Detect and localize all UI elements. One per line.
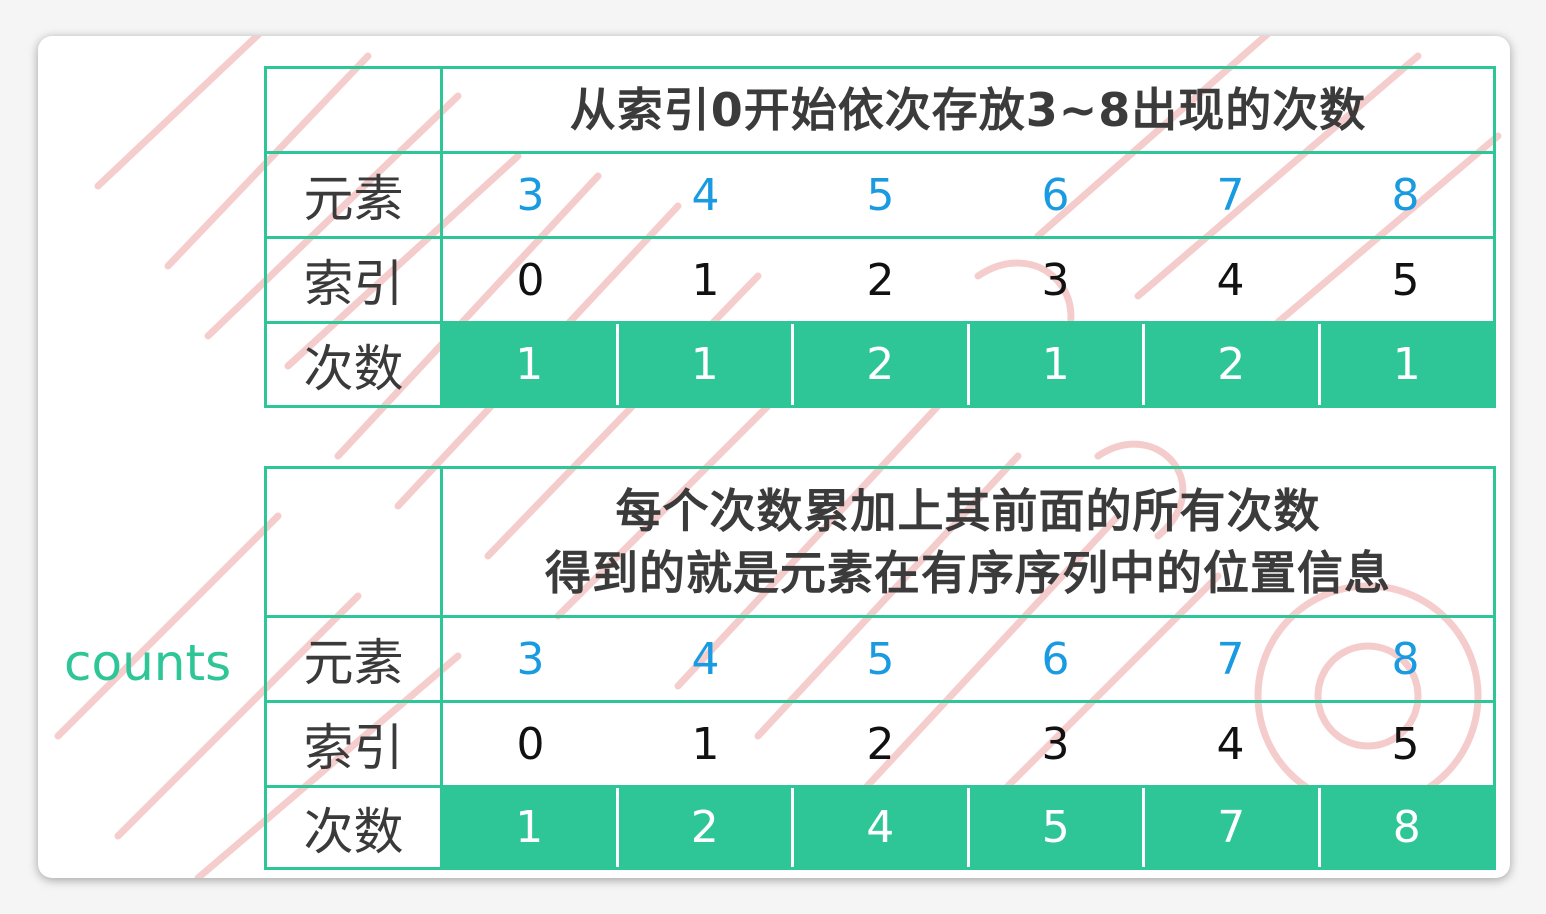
count-cell: 1	[515, 339, 544, 390]
cumulative-count-row: 1 2 4 5 7 8	[443, 788, 1493, 867]
title-line: 得到的就是元素在有序序列中的位置信息	[545, 546, 1391, 600]
index-cell: 3	[1041, 718, 1070, 770]
count-cell: 2	[1142, 324, 1318, 405]
count-cell: 1	[615, 324, 792, 405]
title-line: 每个次数累加上其前面的所有次数	[615, 484, 1321, 538]
table-title: 每个次数累加上其前面的所有次数 得到的就是元素在有序序列中的位置信息	[443, 469, 1493, 615]
count-cell: 7	[1142, 788, 1318, 867]
index-cell: 2	[866, 718, 895, 770]
count-cell: 8	[1317, 788, 1494, 867]
element-cell: 3	[516, 169, 545, 221]
index-cell: 5	[1391, 718, 1420, 770]
row-label-count: 次数	[303, 339, 404, 398]
table-title: 从索引0开始依次存放3~8出现的次数	[443, 69, 1493, 151]
index-cell: 4	[1216, 254, 1245, 306]
counts-label: counts	[64, 634, 232, 692]
element-cell: 6	[1041, 169, 1070, 221]
row-label-element: 元素	[303, 634, 404, 692]
row-label-index: 索引	[303, 719, 404, 777]
index-cell: 2	[866, 254, 895, 306]
element-cell: 5	[866, 633, 895, 685]
index-cell: 3	[1041, 254, 1070, 306]
index-cell: 0	[516, 254, 545, 306]
index-row: 0 1 2 3 4 5	[443, 239, 1493, 321]
element-cell: 4	[691, 169, 720, 221]
index-row: 0 1 2 3 4 5	[443, 703, 1493, 785]
count-cell: 2	[615, 788, 792, 867]
element-row: 3 4 5 6 7 8	[443, 618, 1493, 700]
counts-table: 从索引0开始依次存放3~8出现的次数 元素 3 4 5 6 7 8 索引 0 1…	[264, 66, 1496, 408]
count-cell: 1	[966, 324, 1143, 405]
index-cell: 5	[1391, 254, 1420, 306]
diagram-card: counts 从索引0开始依次存放3~8出现的次数 元素 3 4 5 6 7 8…	[38, 36, 1510, 878]
element-cell: 8	[1391, 169, 1420, 221]
row-label-count: 次数	[303, 802, 404, 861]
element-cell: 7	[1216, 169, 1245, 221]
element-cell: 3	[516, 633, 545, 685]
count-cell: 4	[791, 788, 967, 867]
index-cell: 0	[516, 718, 545, 770]
index-cell: 1	[691, 718, 720, 770]
count-cell: 1	[1317, 324, 1494, 405]
index-cell: 4	[1216, 718, 1245, 770]
row-label-index: 索引	[303, 255, 404, 313]
count-cell: 2	[791, 324, 967, 405]
element-cell: 6	[1041, 633, 1070, 685]
element-cell: 5	[866, 169, 895, 221]
cumulative-counts-table: 每个次数累加上其前面的所有次数 得到的就是元素在有序序列中的位置信息 元素 3 …	[264, 466, 1496, 870]
element-cell: 4	[691, 633, 720, 685]
row-label-element: 元素	[303, 170, 404, 228]
count-cell: 5	[966, 788, 1143, 867]
title-line: 从索引0开始依次存放3~8出现的次数	[569, 83, 1367, 137]
element-cell: 8	[1391, 633, 1420, 685]
element-cell: 7	[1216, 633, 1245, 685]
count-cell: 1	[515, 802, 544, 853]
index-cell: 1	[691, 254, 720, 306]
count-row: 1 1 2 1 2 1	[443, 324, 1493, 405]
element-row: 3 4 5 6 7 8	[443, 154, 1493, 236]
